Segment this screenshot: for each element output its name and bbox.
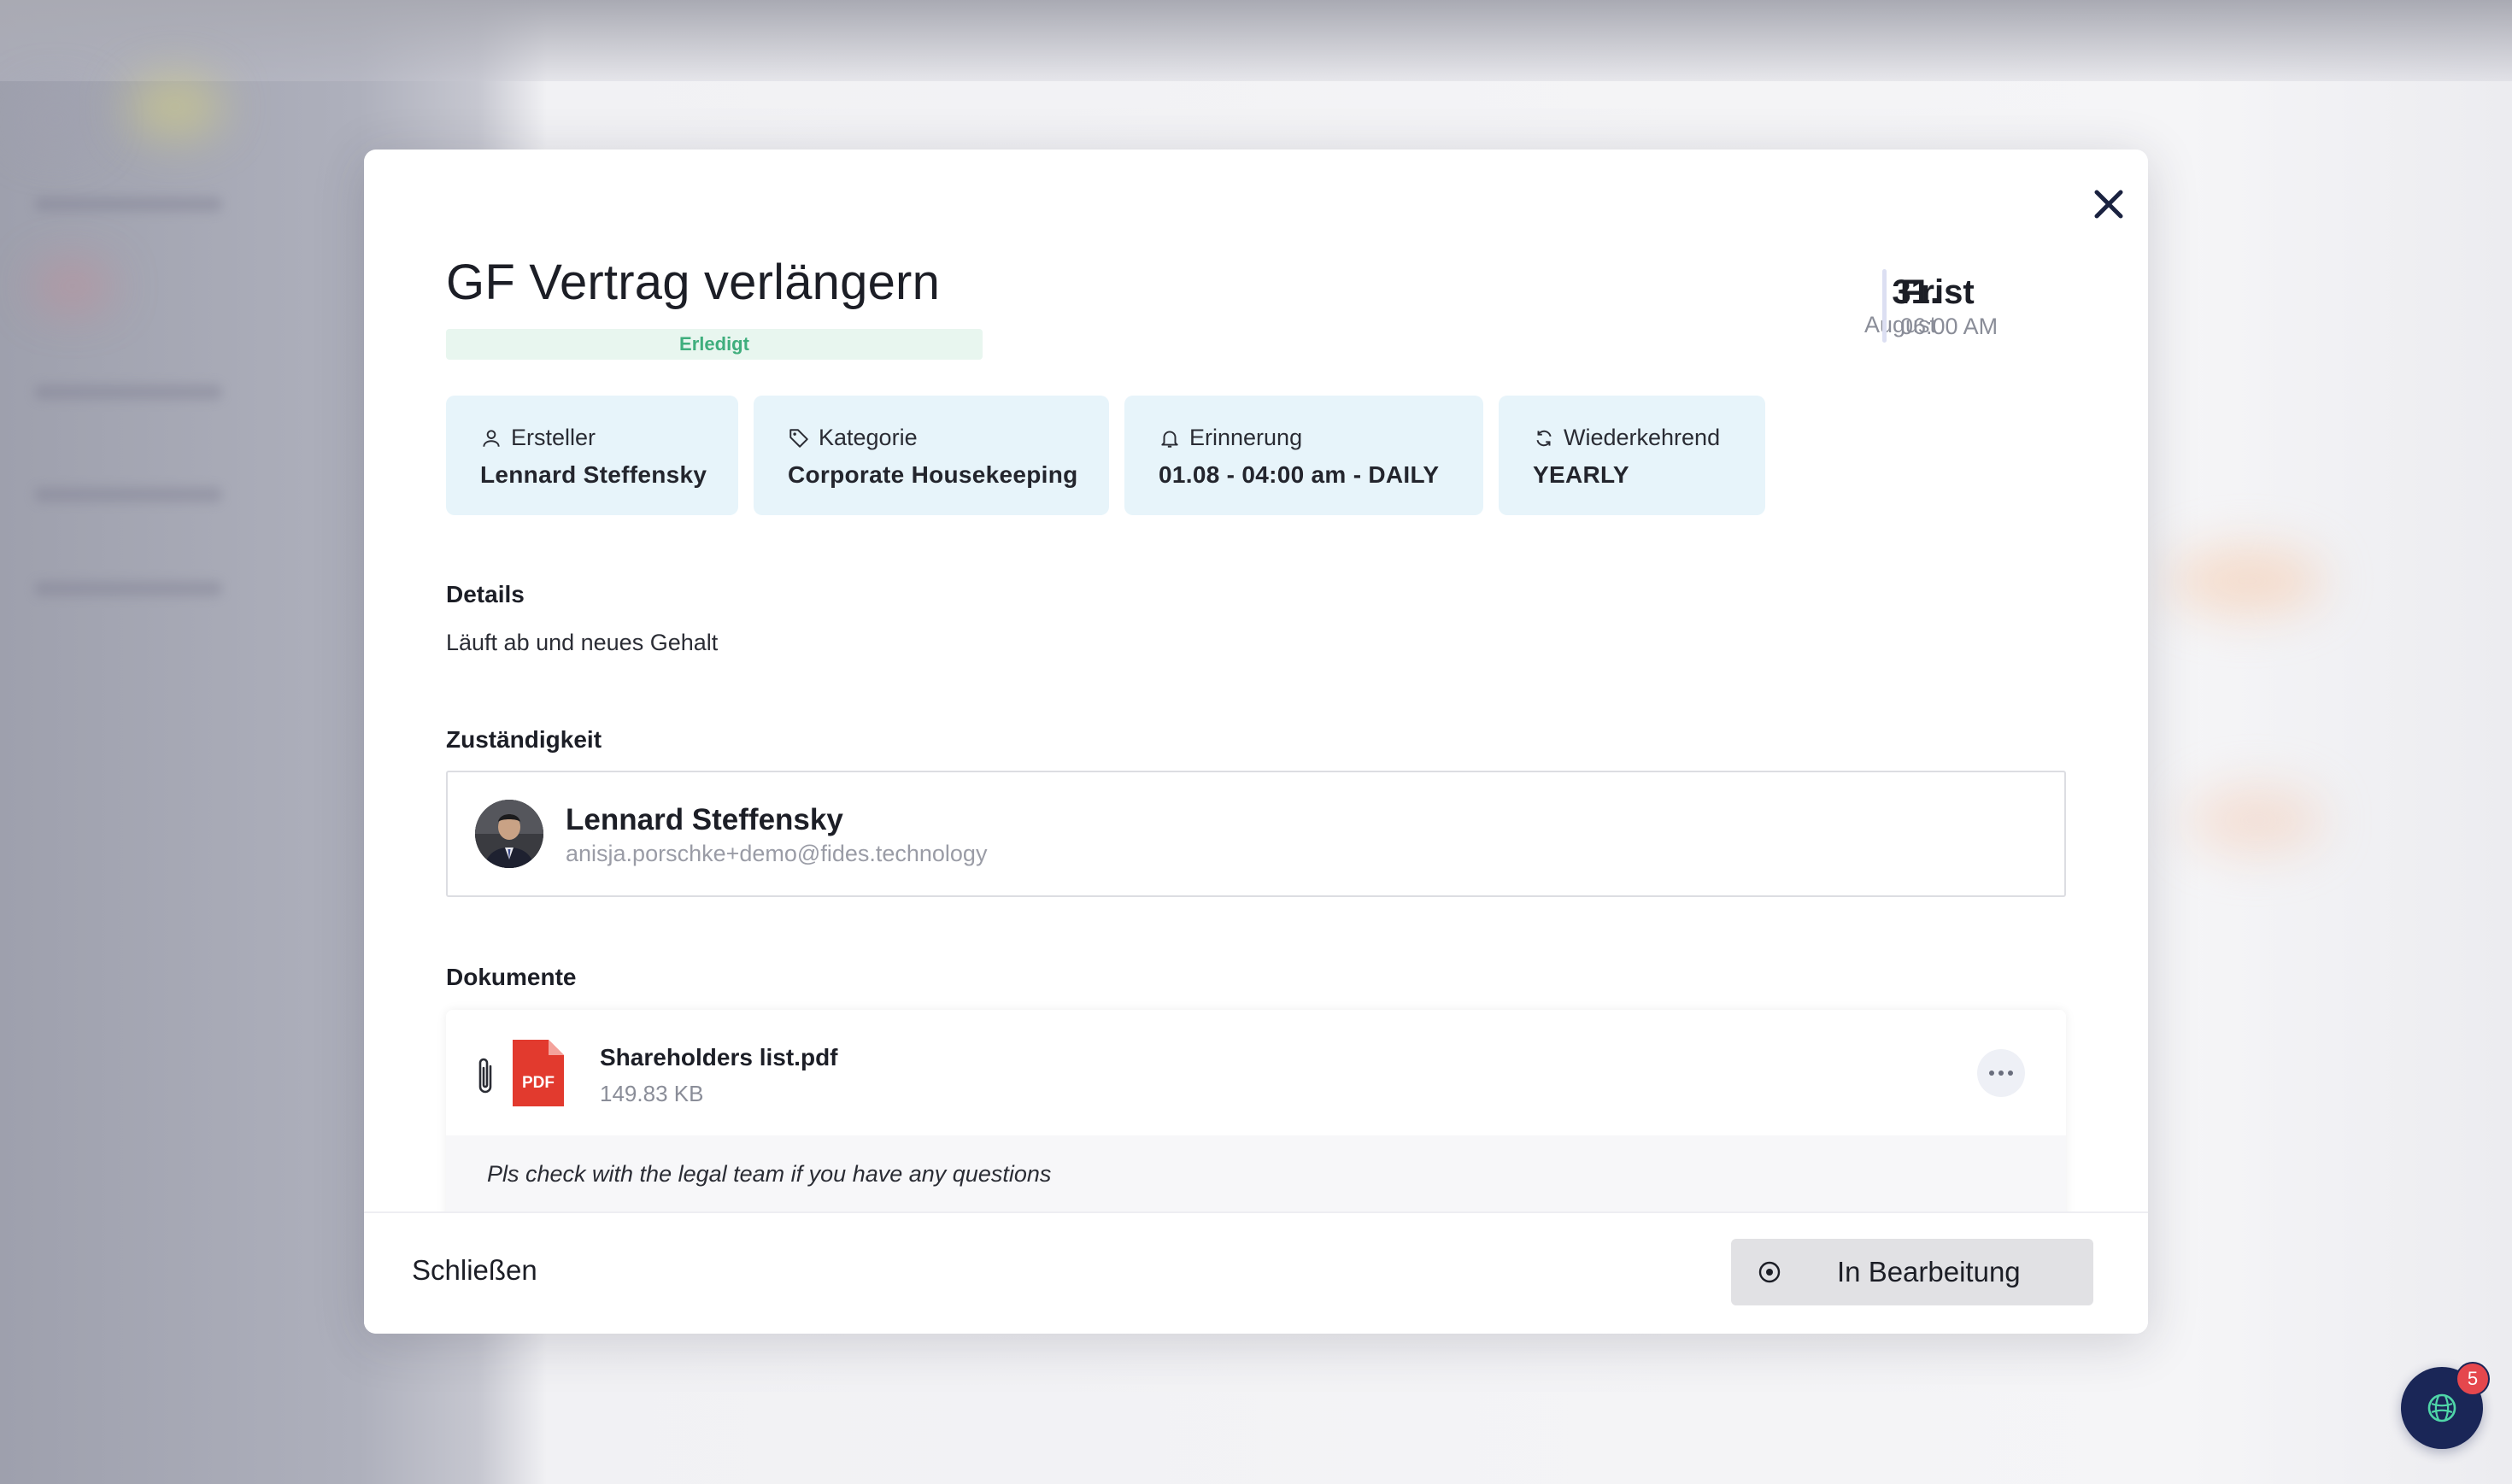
blurred-nav-line <box>34 196 222 212</box>
chip-label: Wiederkehrend <box>1564 425 1721 450</box>
chip-label: Erinnerung <box>1189 425 1303 450</box>
user-icon <box>483 429 500 447</box>
blurred-card <box>2187 786 2324 854</box>
details-text: Läuft ab und neues Gehalt <box>446 630 719 655</box>
blurred-card <box>2170 547 2324 615</box>
close-button[interactable]: Schließen <box>412 1254 537 1287</box>
deadline-label: Frist <box>1900 273 1975 311</box>
blurred-header <box>0 0 2512 81</box>
document-name[interactable]: Shareholders list.pdf <box>600 1044 838 1071</box>
task-meta-chips: Ersteller Lennard Steffensky Kategorie C… <box>446 396 1765 515</box>
status-badge: Erledigt <box>446 329 983 360</box>
close-icon[interactable] <box>2081 177 2136 232</box>
pdf-file-icon: PDF <box>513 1040 564 1106</box>
chip-category: Kategorie Corporate Housekeeping <box>754 396 1109 515</box>
document-size: 149.83 KB <box>600 1081 704 1106</box>
document-note: Pls check with the legal team if you hav… <box>446 1135 2066 1223</box>
bell-icon <box>1161 430 1178 448</box>
task-title: GF Vertrag verlängern <box>446 255 941 310</box>
globe-icon <box>2427 1393 2456 1422</box>
tag-icon <box>789 428 808 448</box>
task-detail-modal: GF Vertrag verlängern Erledigt 31. Augus… <box>364 150 2148 1334</box>
repeat-icon <box>1536 430 1552 446</box>
pdf-type-label: PDF <box>522 1074 555 1092</box>
deadline-divider <box>1882 269 1887 343</box>
chip-value: YEARLY <box>1533 461 1629 488</box>
documents-heading: Dokumente <box>446 964 577 990</box>
assignee-card[interactable]: Lennard Steffensky anisja.porschke+demo@… <box>446 771 2066 897</box>
record-circle-icon <box>1758 1261 1781 1283</box>
chip-reminder: Erinnerung 01.08 - 04:00 am - DAILY <box>1124 396 1483 515</box>
chip-value: Lennard Steffensky <box>480 461 707 488</box>
blurred-avatar <box>17 94 94 145</box>
in-progress-button[interactable]: In Bearbeitung <box>1731 1239 2093 1305</box>
deadline-time: 06:00 AM <box>1900 314 1998 339</box>
chip-label: Ersteller <box>511 425 596 450</box>
in-progress-label: In Bearbeitung <box>1837 1256 2021 1288</box>
document-row[interactable]: PDF Shareholders list.pdf 149.83 KB <box>446 1010 2066 1135</box>
modal-footer: Schließen In Bearbeitung <box>364 1211 2148 1334</box>
document-card: PDF Shareholders list.pdf 149.83 KB Pls … <box>446 1010 2066 1223</box>
assignee-name: Lennard Steffensky <box>566 803 843 836</box>
paperclip-icon[interactable] <box>472 1054 499 1099</box>
chip-value: 01.08 - 04:00 am - DAILY <box>1159 461 1440 488</box>
chip-creator: Ersteller Lennard Steffensky <box>446 396 738 515</box>
blurred-nav-line <box>34 581 222 596</box>
chip-recurring: Wiederkehrend YEARLY <box>1499 396 1765 515</box>
chip-value: Corporate Housekeeping <box>788 461 1078 488</box>
chip-label: Kategorie <box>819 425 918 450</box>
details-heading: Details <box>446 581 525 607</box>
document-more-button[interactable] <box>1977 1049 2025 1097</box>
responsibility-heading: Zuständigkeit <box>446 726 602 753</box>
notification-badge: 5 <box>2456 1362 2490 1396</box>
blurred-logo <box>128 77 222 137</box>
document-note-text: Pls check with the legal team if you hav… <box>487 1161 1052 1187</box>
blurred-nav-item <box>34 265 111 308</box>
assignee-email: anisja.porschke+demo@fides.technology <box>566 841 988 866</box>
blurred-nav-line <box>34 384 222 400</box>
blurred-nav-line <box>34 487 222 502</box>
avatar <box>475 800 543 868</box>
